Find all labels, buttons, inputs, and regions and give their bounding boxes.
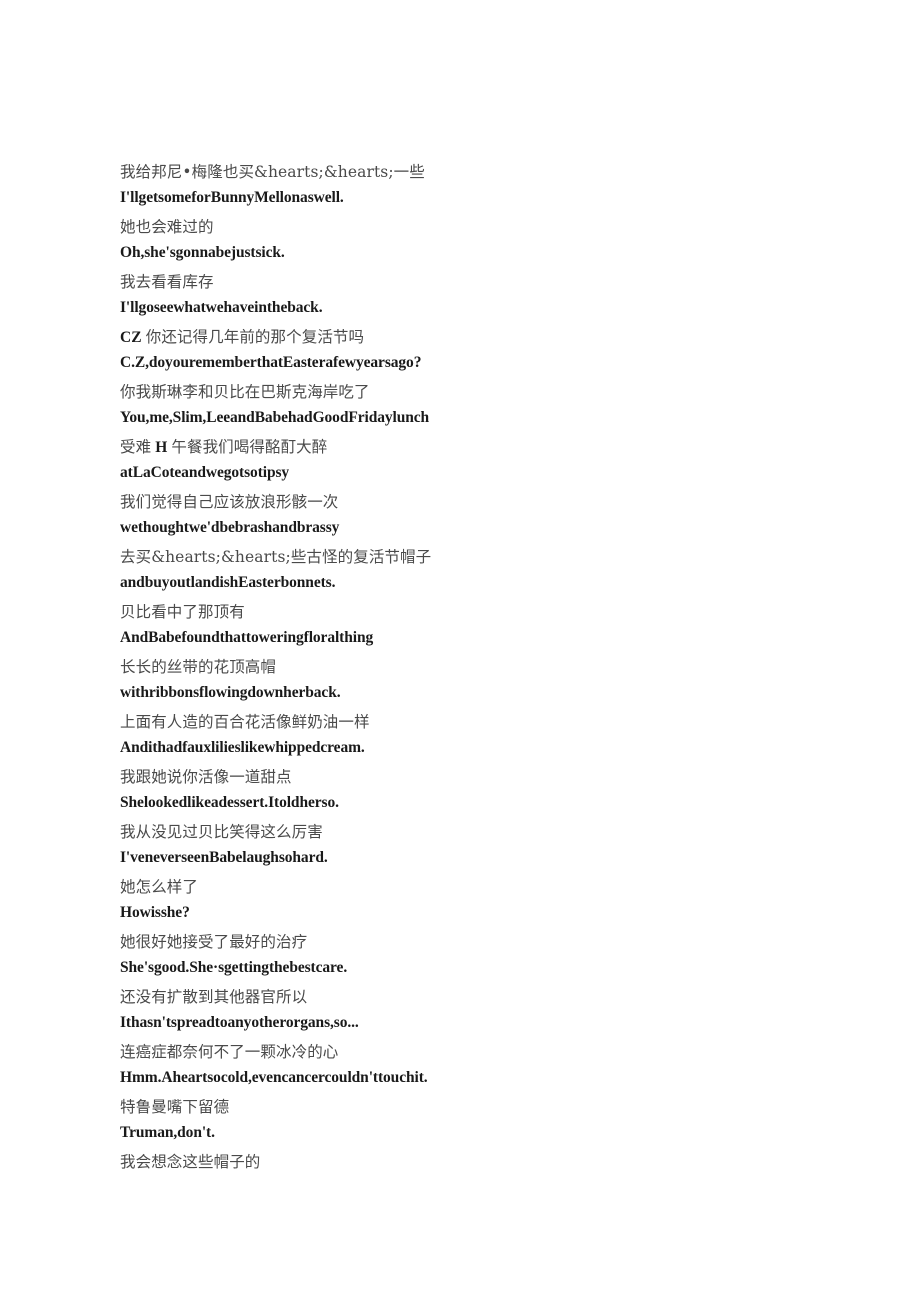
subtitle-line-zh: 她怎么样了 bbox=[120, 878, 199, 896]
subtitle-line-en: I'llgetsomeforBunnyMellonaswell. bbox=[120, 189, 344, 206]
subtitle-line-en: You,me,Slim,LeeandBabehadGoodFridaylunch bbox=[120, 409, 430, 426]
subtitle-block: 我给邦尼•梅隆也买&hearts;&hearts;一些 I'llgetsomef… bbox=[120, 160, 820, 210]
subtitle-line-en: Truman,don't. bbox=[120, 1124, 215, 1141]
subtitle-line-zh: 去买&hearts;&hearts;些古怪的复活节帽子 bbox=[120, 548, 432, 566]
subtitle-block: 她也会难过的 Oh,she'sgonnabejustsick. bbox=[120, 215, 820, 265]
subtitle-block: 去买&hearts;&hearts;些古怪的复活节帽子 andbuyoutlan… bbox=[120, 545, 820, 595]
subtitle-block: 她怎么样了 Howisshe? bbox=[120, 875, 820, 925]
subtitle-block: 上面有人造的百合花活像鲜奶油一样 Andithadfauxlilieslikew… bbox=[120, 710, 820, 760]
subtitle-block: 我去看看库存 I'llgoseewhatwehaveintheback. bbox=[120, 270, 820, 320]
subtitle-line-en: Ithasn'tspreadtoanyotherorgans,so... bbox=[120, 1014, 359, 1031]
subtitle-line-zh: 我去看看库存 bbox=[120, 273, 214, 291]
subtitle-line-en: AndBabefoundthattoweringfloralthing bbox=[120, 629, 374, 646]
subtitle-line-en: Howisshe? bbox=[120, 904, 190, 921]
subtitle-line-en: Hmm.Aheartsocold,evencancercouldn'ttouch… bbox=[120, 1069, 428, 1086]
subtitle-line-en: I'veneverseenBabelaughsohard. bbox=[120, 849, 328, 866]
subtitle-line-zh: CZ 你还记得几年前的那个复活节吗 bbox=[120, 325, 820, 350]
subtitle-line-zh: 我跟她说你活像一道甜点 bbox=[120, 768, 292, 786]
subtitle-block: 你我斯琳李和贝比在巴斯克海岸吃了 You,me,Slim,LeeandBabeh… bbox=[120, 380, 820, 430]
subtitle-line-en: I'llgoseewhatwehaveintheback. bbox=[120, 299, 323, 316]
subtitle-line-en: withribbonsflowingdownherback. bbox=[120, 684, 341, 701]
inline-latin-token: H bbox=[155, 439, 168, 456]
subtitle-block: 还没有扩散到其他器官所以 Ithasn'tspreadtoanyotherorg… bbox=[120, 985, 820, 1035]
subtitle-block: 贝比看中了那顶有 AndBabefoundthattoweringfloralt… bbox=[120, 600, 820, 650]
subtitle-line-zh: 她很好她接受了最好的治疗 bbox=[120, 933, 308, 951]
subtitle-line-en: Andithadfauxlilieslikewhippedcream. bbox=[120, 739, 365, 756]
subtitle-line-zh: 长长的丝带的花顶高帽 bbox=[120, 658, 277, 676]
subtitle-line-zh: 贝比看中了那顶有 bbox=[120, 603, 245, 621]
subtitle-line-zh: 还没有扩散到其他器官所以 bbox=[120, 988, 308, 1006]
subtitle-line-zh: 我会想念这些帽子的 bbox=[120, 1153, 261, 1171]
subtitle-line-en: wethoughtwe'dbebrashandbrassy bbox=[120, 519, 340, 536]
speaker-tag: CZ bbox=[120, 329, 142, 346]
subtitle-block: 我们觉得自己应该放浪形骸一次 wethoughtwe'dbebrashandbr… bbox=[120, 490, 820, 540]
subtitle-line-zh: 上面有人造的百合花活像鲜奶油一样 bbox=[120, 713, 370, 731]
subtitle-block: 我跟她说你活像一道甜点 Shelookedlikeadessert.Itoldh… bbox=[120, 765, 820, 815]
subtitle-line-zh-post: 午餐我们喝得酩酊大醉 bbox=[171, 438, 328, 456]
subtitle-line-zh-text: 你还记得几年前的那个复活节吗 bbox=[145, 328, 365, 346]
subtitle-block: 受难 H 午餐我们喝得酩酊大醉 atLaCoteandwegotsotipsy bbox=[120, 435, 820, 485]
subtitle-block: 连癌症都奈何不了一颗冰冷的心 Hmm.Aheartsocold,evencanc… bbox=[120, 1040, 820, 1090]
subtitle-block: 长长的丝带的花顶高帽 withribbonsflowingdownherback… bbox=[120, 655, 820, 705]
subtitle-line-en: C.Z,doyourememberthatEasterafewyearsago? bbox=[120, 354, 422, 371]
subtitle-line-zh: 她也会难过的 bbox=[120, 218, 214, 236]
subtitle-block: 我从没见过贝比笑得这么厉害 I'veneverseenBabelaughsoha… bbox=[120, 820, 820, 870]
subtitle-line-zh-pre: 受难 bbox=[120, 438, 152, 456]
subtitle-line-zh: 我从没见过贝比笑得这么厉害 bbox=[120, 823, 323, 841]
subtitle-line-zh: 受难 H 午餐我们喝得酩酊大醉 bbox=[120, 435, 820, 460]
subtitle-line-zh: 特鲁曼嘴下留德 bbox=[120, 1098, 230, 1116]
subtitle-line-zh: 连癌症都奈何不了一颗冰冷的心 bbox=[120, 1043, 339, 1061]
subtitle-transcript: 我给邦尼•梅隆也买&hearts;&hearts;一些 I'llgetsomef… bbox=[120, 160, 820, 1180]
subtitle-line-en: Shelookedlikeadessert.Itoldherso. bbox=[120, 794, 339, 811]
subtitle-line-zh: 我们觉得自己应该放浪形骸一次 bbox=[120, 493, 339, 511]
document-page: 我给邦尼•梅隆也买&hearts;&hearts;一些 I'llgetsomef… bbox=[0, 0, 920, 1301]
subtitle-line-en: Oh,she'sgonnabejustsick. bbox=[120, 244, 285, 261]
subtitle-line-en: atLaCoteandwegotsotipsy bbox=[120, 464, 290, 481]
subtitle-line-en: andbuyoutlandishEasterbonnets. bbox=[120, 574, 336, 591]
subtitle-block: 特鲁曼嘴下留德 Truman,don't. bbox=[120, 1095, 820, 1145]
subtitle-line-zh: 我给邦尼•梅隆也买&hearts;&hearts;一些 bbox=[120, 163, 425, 181]
subtitle-block: 她很好她接受了最好的治疗 She'sgood.She·sgettingthebe… bbox=[120, 930, 820, 980]
subtitle-line-zh: 你我斯琳李和贝比在巴斯克海岸吃了 bbox=[120, 383, 370, 401]
subtitle-line-en: She'sgood.She·sgettingthebestcare. bbox=[120, 959, 348, 976]
subtitle-block: 我会想念这些帽子的 bbox=[120, 1150, 820, 1175]
subtitle-block: CZ 你还记得几年前的那个复活节吗 C.Z,doyourememberthatEa… bbox=[120, 325, 820, 375]
